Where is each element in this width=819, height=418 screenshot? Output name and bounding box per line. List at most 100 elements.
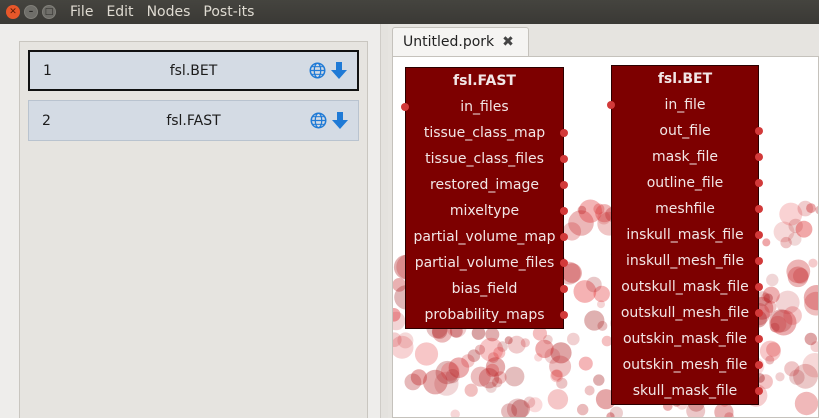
output-port-dot[interactable] [560,155,568,163]
download-arrow-icon[interactable] [332,111,348,130]
output-port-outline-file[interactable]: outline_file [612,170,763,196]
output-port-outskull-mask-file[interactable]: outskull_mask_file [612,274,763,300]
background-blob [804,332,817,346]
background-blob [783,306,802,325]
output-port-dot[interactable] [755,361,763,369]
node-title: fsl.FAST [453,73,516,89]
input-port-in-files[interactable]: in_files [401,94,563,120]
output-port-inskull-mask-file[interactable]: inskull_mask_file [612,222,763,248]
output-port-inskull-mesh-file[interactable]: inskull_mesh_file [612,248,763,274]
output-port-dot[interactable] [560,129,568,137]
output-port-meshfile[interactable]: meshfile [612,196,763,222]
menu-post-its[interactable]: Post-its [203,4,254,20]
output-port-dot[interactable] [755,309,763,317]
port-label: tissue_class_map [423,125,546,141]
port-label: inskull_mask_file [626,227,744,243]
output-port-mixeltype[interactable]: mixeltype [406,198,568,224]
output-port-dot[interactable] [755,283,763,291]
output-port-dot[interactable] [560,259,568,267]
node-fsl-bet[interactable]: fsl.BET in_file out_file mask_file outline_… [607,65,763,405]
output-port-tissue-class-map[interactable]: tissue_class_map [406,120,568,146]
port-label: outskull_mask_file [621,279,749,295]
output-port-dot[interactable] [755,205,763,213]
row-node-name: fsl.FAST [166,112,221,129]
minimize-window-button[interactable]: – [24,5,38,19]
node-list-row[interactable]: 2 fsl.FAST [28,100,359,141]
port-label: out_file [659,123,711,139]
output-port-outskull-mesh-file[interactable]: outskull_mesh_file [612,300,763,326]
download-arrow-icon[interactable] [331,61,347,80]
input-port-dot[interactable] [607,101,615,109]
port-label: probability_maps [424,307,545,323]
output-port-partial-volume-files[interactable]: partial_volume_files [406,250,568,276]
output-port-dot[interactable] [755,335,763,343]
background-blob [493,346,506,359]
tab-untitled-pork[interactable]: Untitled.pork ✖ [392,27,529,56]
input-port-dot[interactable] [401,103,409,111]
output-port-tissue-class-files[interactable]: tissue_class_files [406,146,568,172]
background-blob [593,203,605,215]
background-blob [534,353,543,362]
maximize-window-button[interactable]: □ [42,5,56,19]
row-node-name: fsl.BET [169,62,218,79]
output-port-outskin-mask-file[interactable]: outskin_mask_file [612,326,763,352]
background-blob [464,383,478,397]
output-port-dot[interactable] [755,127,763,135]
port-label: partial_volume_map [413,229,556,245]
globe-icon[interactable] [310,112,327,129]
output-port-restored-image[interactable]: restored_image [406,172,568,198]
port-label: tissue_class_files [425,151,544,167]
output-port-out-file[interactable]: out_file [612,118,763,144]
port-label: mixeltype [449,203,520,219]
output-port-dot[interactable] [560,285,568,293]
output-port-partial-volume-map[interactable]: partial_volume_map [406,224,568,250]
port-label: mask_file [652,149,718,165]
globe-icon[interactable] [309,62,326,79]
background-blob [762,238,771,247]
output-port-dot[interactable] [560,181,568,189]
menu-edit[interactable]: Edit [106,4,133,20]
output-port-dot[interactable] [755,387,763,395]
output-port-mask-file[interactable]: mask_file [612,144,763,170]
background-blob [543,334,553,345]
close-tab-icon[interactable]: ✖ [502,34,514,50]
port-label: outskin_mask_file [622,331,748,347]
output-port-bias-field[interactable]: bias_field [406,276,568,302]
background-blob [470,366,491,387]
background-blob [467,349,481,363]
menu-nodes[interactable]: Nodes [147,4,191,20]
output-port-outskin-mesh-file[interactable]: outskin_mesh_file [612,352,763,378]
panel-splitter[interactable] [380,24,388,418]
port-label: skull_mask_file [632,383,738,399]
background-blob [794,391,818,416]
background-blob [544,348,561,364]
graph-canvas[interactable]: fsl.FAST in_files tissue_class_map tissue_… [392,56,819,418]
background-blob [797,200,814,217]
port-label: partial_volume_files [414,255,555,271]
menu-file[interactable]: File [70,4,93,20]
port-label: in_files [460,99,509,115]
close-window-button[interactable]: ✕ [6,5,20,19]
output-port-dot[interactable] [755,231,763,239]
output-port-dot[interactable] [755,179,763,187]
menu-bar: ✕ – □ File Edit Nodes Post-its [0,0,819,24]
node-fsl-fast[interactable]: fsl.FAST in_files tissue_class_map tissue_… [401,67,568,329]
output-port-dot[interactable] [560,207,568,215]
background-blob [795,220,813,238]
output-port-dot[interactable] [755,257,763,265]
background-blob [414,342,439,366]
port-label: outskull_mesh_file [620,305,750,321]
input-port-in-file[interactable]: in_file [607,92,758,118]
node-list-row[interactable]: 1 fsl.BET [28,50,359,91]
port-label: inskull_mesh_file [625,253,745,269]
background-blob [808,258,818,268]
background-blob [586,276,602,293]
background-blob [404,373,422,391]
output-port-dot[interactable] [560,233,568,241]
port-label: in_file [664,97,706,113]
output-port-skull-mask-file[interactable]: skull_mask_file [612,378,763,404]
background-blob [507,335,526,354]
output-port-dot[interactable] [560,311,568,319]
output-port-probability-maps[interactable]: probability_maps [406,302,568,328]
output-port-dot[interactable] [755,153,763,161]
